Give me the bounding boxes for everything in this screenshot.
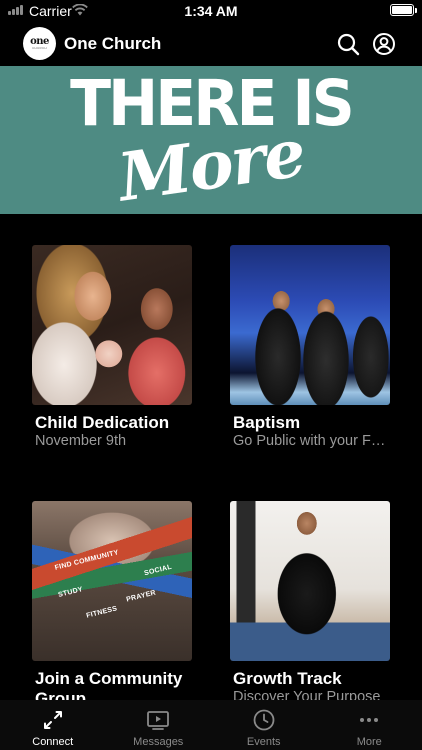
tab-label: Connect <box>32 736 74 748</box>
tab-bar: Connect Messages Events More <box>0 700 422 750</box>
card-child-dedication[interactable]: Child Dedication November 9th <box>32 245 192 449</box>
app-title: One Church <box>64 34 162 53</box>
tab-connect[interactable]: Connect <box>0 700 106 750</box>
tab-label: Events <box>246 736 281 748</box>
tab-label: More <box>356 736 382 748</box>
card-image: FIND COMMUNITY SOCIAL STUDY PRAYER FITNE… <box>32 501 192 661</box>
clock-time: 1:34 AM <box>184 3 238 19</box>
card-image <box>230 245 390 405</box>
card-title: Growth Track <box>233 669 342 688</box>
status-bar: Carrier 1:34 AM <box>0 0 422 22</box>
app-header: one CHURCH One Church <box>0 22 422 66</box>
tab-more[interactable]: More <box>317 700 422 750</box>
hero-banner[interactable]: THERE IS More <box>0 66 422 214</box>
church-logo: one CHURCH <box>23 27 56 60</box>
battery-icon <box>390 4 417 16</box>
more-dots-icon <box>360 718 379 722</box>
profile-icon[interactable] <box>372 32 396 56</box>
card-image <box>32 245 192 405</box>
tab-messages[interactable]: Messages <box>106 700 212 750</box>
card-title: Baptism <box>233 413 301 432</box>
card-growth-track[interactable]: Growth Track Discover Your Purpose <box>230 501 390 705</box>
card-title: Child Dedication <box>35 413 170 432</box>
clock-icon <box>253 709 275 731</box>
search-icon[interactable] <box>336 32 360 56</box>
card-image <box>230 501 390 661</box>
play-video-icon <box>147 711 170 730</box>
card-baptism[interactable]: Baptism Go Public with your Faith <box>230 245 393 449</box>
tab-label: Messages <box>133 736 184 748</box>
tab-events[interactable]: Events <box>211 700 317 750</box>
card-subtitle: Go Public with your Faith <box>233 433 393 449</box>
card-subtitle: November 9th <box>35 433 127 449</box>
card-community-group[interactable]: FIND COMMUNITY SOCIAL STUDY PRAYER FITNE… <box>32 501 192 708</box>
connect-icon <box>43 711 62 729</box>
